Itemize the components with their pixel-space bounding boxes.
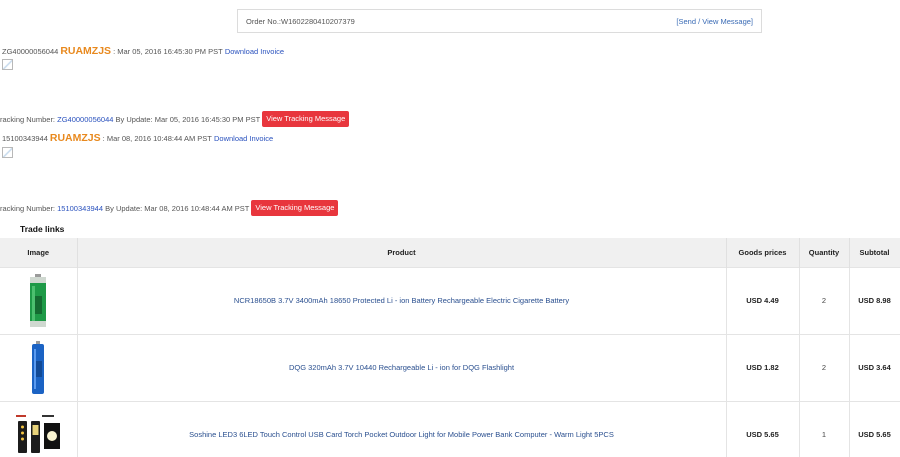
goods-price: USD 4.49 [726,266,800,334]
goods-price: USD 5.65 [726,400,800,457]
column-header-subtotal: Subtotal [849,238,900,267]
subtotal: USD 5.65 [849,400,900,457]
shipment-date: : Mar 05, 2016 16:45:30 PM PST [113,46,223,56]
broken-image-icon [2,147,13,158]
send-view-message-link[interactable]: [Send / View Message] [676,17,753,26]
goods-price: USD 1.82 [726,333,800,401]
product-link[interactable]: Soshine LED3 6LED Touch Control USB Card… [189,430,614,439]
product-image-cell[interactable] [0,266,78,334]
shipment-number: ZG40000056044 [2,46,59,56]
product-link[interactable]: NCR18650B 3.7V 3400mAh 18650 Protected L… [234,296,569,305]
shipment-date: : Mar 08, 2016 10:48:44 AM PST [102,133,212,143]
view-tracking-message-button[interactable]: View Tracking Message [251,200,339,216]
column-header-goods-prices: Goods prices [726,238,800,267]
product-cell: DQG 320mAh 3.7V 10440 Rechargeable Li - … [77,333,727,401]
column-header-image: Image [0,238,78,267]
table-header-row: Image Product Goods prices Quantity Subt… [0,238,900,267]
shipment-header: ZG40000056044 RUAMZJS : Mar 05, 2016 16:… [2,45,284,57]
download-invoice-link[interactable]: Download Invoice [214,134,273,143]
product-image-cell[interactable] [0,400,78,457]
subtotal: USD 8.98 [849,266,900,334]
tracking-line: racking Number: ZG40000056044 By Update:… [0,111,350,127]
product-image-cell[interactable] [0,333,78,401]
tracking-update: By Update: Mar 05, 2016 16:45:30 PM PST [115,114,261,124]
quantity: 2 [799,266,850,334]
product-cell: NCR18650B 3.7V 3400mAh 18650 Protected L… [77,266,727,334]
product-cell: Soshine LED3 6LED Touch Control USB Card… [77,400,727,457]
quantity: 2 [799,333,850,401]
tracking-line: racking Number: 15100343944 By Update: M… [0,200,339,216]
subtotal: USD 3.64 [849,333,900,401]
table-row: Soshine LED3 6LED Touch Control USB Card… [0,400,900,457]
product-link[interactable]: DQG 320mAh 3.7V 10440 Rechargeable Li - … [289,363,514,372]
column-header-quantity: Quantity [799,238,850,267]
quantity: 1 [799,400,850,457]
download-invoice-link[interactable]: Download Invoice [225,47,284,56]
shipment-header: 15100343944 RUAMZJS : Mar 08, 2016 10:48… [2,132,273,144]
blue-battery-image[interactable] [30,340,46,395]
trade-links-title: Trade links [20,224,65,234]
trade-table: Image Product Goods prices Quantity Subt… [0,238,900,457]
tracking-label: racking Number: [0,203,56,213]
tracking-number-link[interactable]: ZG40000056044 [57,115,113,124]
usb-led-light-image[interactable] [14,412,63,457]
table-row: NCR18650B 3.7V 3400mAh 18650 Protected L… [0,266,900,334]
view-tracking-message-button[interactable]: View Tracking Message [262,111,350,127]
brand-name: RUAMZJS [49,132,101,144]
column-header-product: Product [77,238,727,267]
shipment-number: 15100343944 [2,133,48,143]
green-battery-image[interactable] [27,273,49,328]
order-box: Order No.:W1602280410207379 [Send / View… [237,9,762,33]
table-row: DQG 320mAh 3.7V 10440 Rechargeable Li - … [0,333,900,401]
tracking-update: By Update: Mar 08, 2016 10:48:44 AM PST [105,203,250,213]
tracking-number-link[interactable]: 15100343944 [57,204,103,213]
brand-name: RUAMZJS [60,45,112,57]
tracking-label: racking Number: [0,114,56,124]
broken-image-icon [2,59,13,70]
order-number: Order No.:W1602280410207379 [246,16,355,26]
